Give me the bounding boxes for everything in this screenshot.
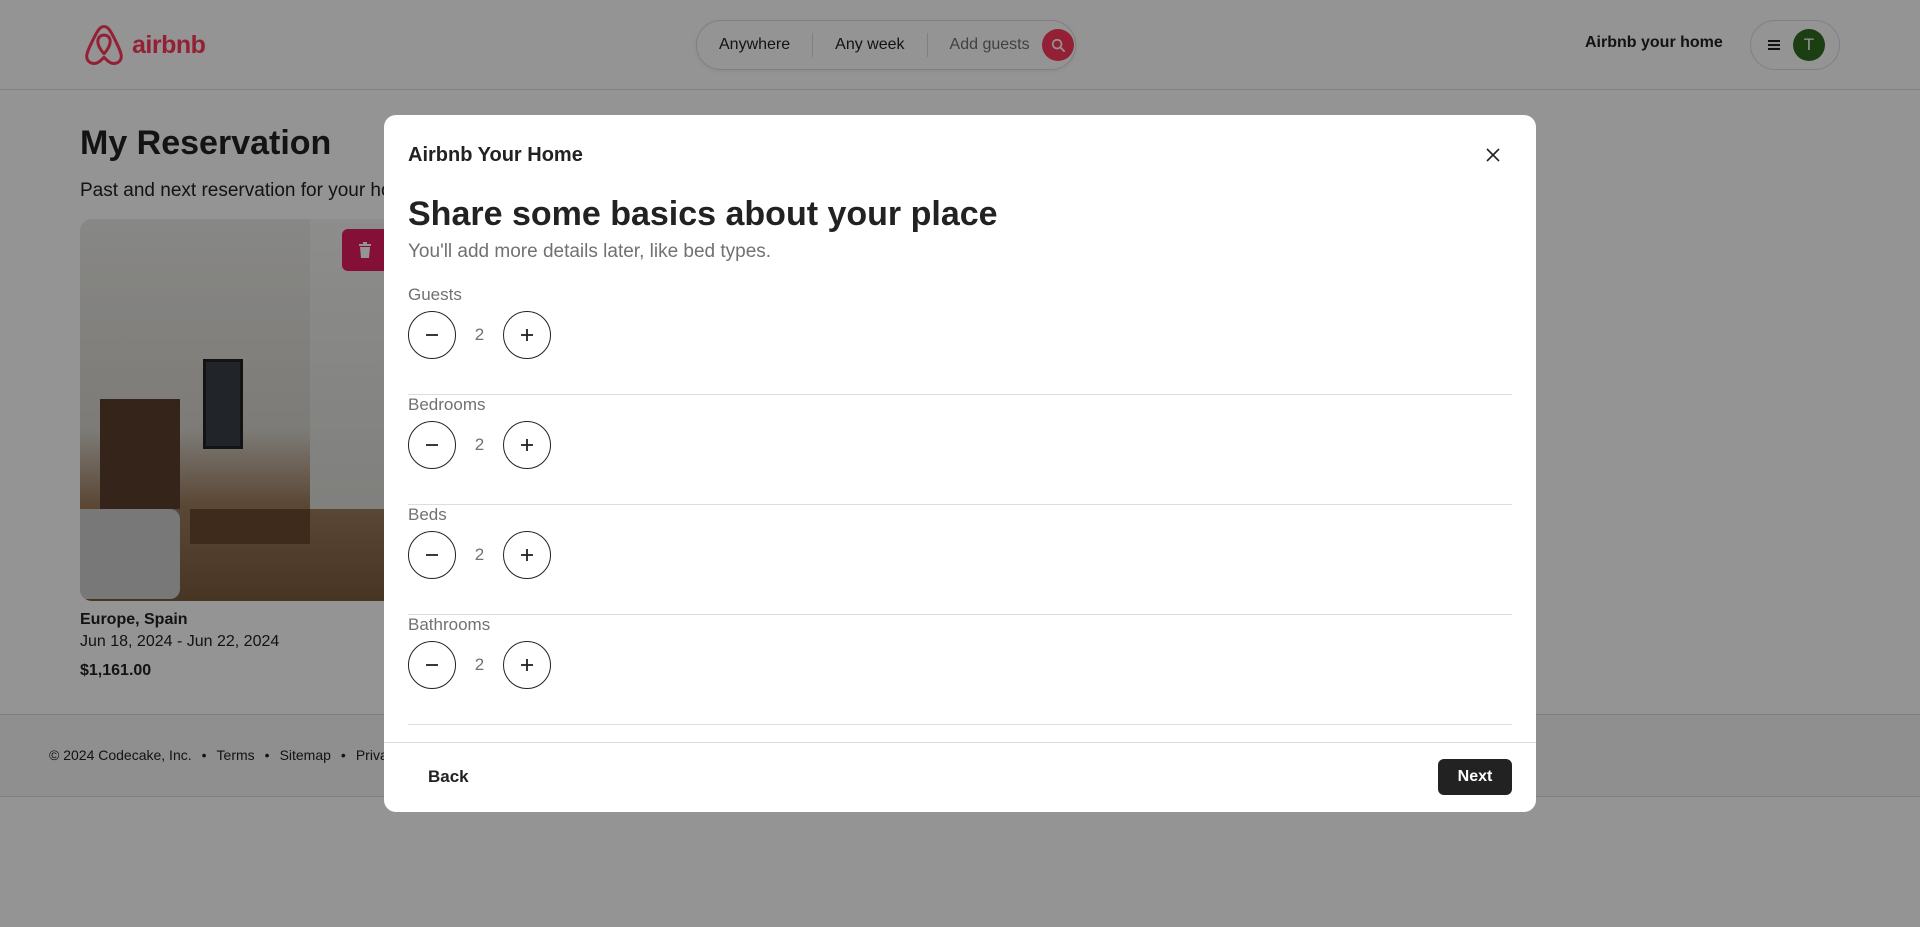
plus-icon — [521, 549, 533, 561]
counter-guests: Guests 2 — [408, 285, 1512, 395]
next-button[interactable]: Next — [1438, 759, 1512, 795]
beds-count: 2 — [474, 545, 485, 564]
plus-icon — [521, 439, 533, 451]
close-button[interactable] — [1480, 142, 1506, 168]
guests-stepper: 2 — [408, 311, 551, 359]
bathrooms-decrement-button[interactable] — [408, 641, 456, 689]
beds-stepper: 2 — [408, 531, 551, 579]
minus-icon — [426, 554, 438, 556]
counter-bathrooms: Bathrooms 2 — [408, 615, 1512, 725]
bathrooms-increment-button[interactable] — [503, 641, 551, 689]
counter-label: Bathrooms — [408, 615, 491, 634]
bedrooms-decrement-button[interactable] — [408, 421, 456, 469]
beds-increment-button[interactable] — [503, 531, 551, 579]
guests-increment-button[interactable] — [503, 311, 551, 359]
minus-icon — [426, 444, 438, 446]
counter-bedrooms: Bedrooms 2 — [408, 395, 1512, 505]
modal-title: Airbnb Your Home — [408, 144, 583, 166]
plus-icon — [521, 659, 533, 671]
close-icon — [1486, 148, 1500, 162]
counter-label: Bedrooms — [408, 395, 486, 414]
modal-subheading: You'll add more details later, like bed … — [408, 241, 772, 262]
minus-icon — [426, 334, 438, 336]
counter-beds: Beds 2 — [408, 505, 1512, 615]
airbnb-your-home-modal: Airbnb Your Home Share some basics about… — [384, 115, 1536, 812]
bedrooms-stepper: 2 — [408, 421, 551, 469]
plus-icon — [521, 329, 533, 341]
bathrooms-stepper: 2 — [408, 641, 551, 689]
guests-decrement-button[interactable] — [408, 311, 456, 359]
minus-icon — [426, 664, 438, 666]
guests-count: 2 — [474, 325, 485, 344]
bedrooms-count: 2 — [474, 435, 485, 454]
modal-heading: Share some basics about your place — [408, 195, 998, 233]
counter-label: Beds — [408, 505, 447, 524]
counter-label: Guests — [408, 285, 462, 304]
modal-footer: Back Next — [384, 742, 1536, 812]
bedrooms-increment-button[interactable] — [503, 421, 551, 469]
bathrooms-count: 2 — [474, 655, 485, 674]
beds-decrement-button[interactable] — [408, 531, 456, 579]
back-button[interactable]: Back — [428, 767, 469, 787]
